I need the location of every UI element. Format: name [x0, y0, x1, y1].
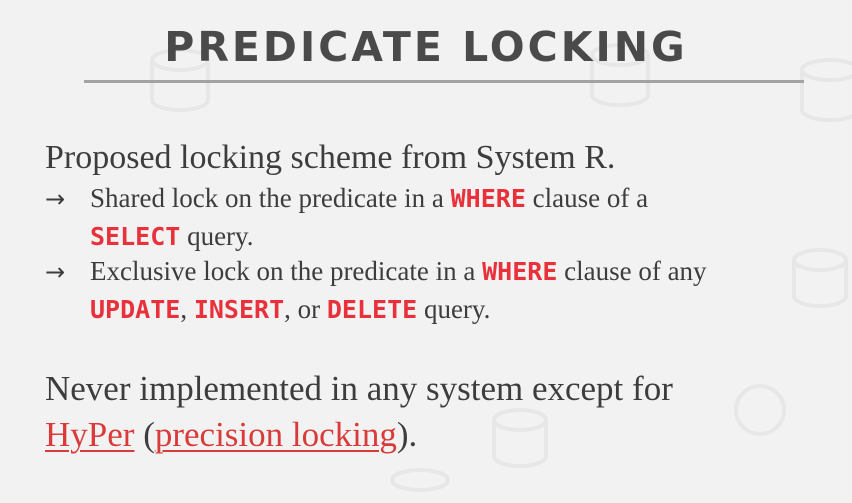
intro-paragraph: Proposed locking scheme from System R. — [45, 139, 616, 176]
bullet-text: clause of a — [525, 183, 649, 213]
title-divider — [84, 80, 804, 83]
keyword-delete: DELETE — [326, 295, 418, 324]
keyword-where: WHERE — [450, 184, 526, 213]
bullet-text: query. — [180, 221, 254, 251]
closing-text: ). — [396, 415, 418, 454]
keyword-select: SELECT — [90, 222, 181, 251]
bullet-shared-lock: → Shared lock on the predicate in a WHERE… — [45, 180, 648, 255]
keyword-insert: INSERT — [193, 295, 285, 324]
bullet-exclusive-lock: → Exclusive lock on the predicate in a WH… — [45, 253, 707, 328]
bullet-text: Shared lock on the predicate in a — [90, 183, 451, 213]
keyword-where: WHERE — [482, 257, 558, 286]
bullet-text: query. — [417, 294, 491, 324]
bullet-text: clause of any — [557, 256, 707, 286]
slide-title: PREDICATE LOCKING — [164, 23, 688, 71]
bullet-continuation: SELECT query. — [45, 218, 648, 255]
bullet-text: , or — [284, 294, 327, 324]
keyword-update: UPDATE — [90, 295, 181, 324]
arrow-bullet-icon: → — [45, 185, 66, 213]
bullet-text: , — [180, 294, 194, 324]
precision-locking-link[interactable]: precision locking — [155, 415, 397, 454]
bullet-text: Exclusive lock on the predicate in a — [90, 256, 483, 286]
bullet-continuation: UPDATE, INSERT, or DELETE query. — [45, 291, 707, 328]
arrow-bullet-icon: → — [45, 258, 66, 286]
hyper-link[interactable]: HyPer — [45, 415, 134, 454]
closing-text: ( — [134, 415, 155, 454]
closing-paragraph: Never implemented in any system except f… — [45, 366, 673, 458]
closing-text: Never implemented in any system except f… — [45, 369, 673, 408]
